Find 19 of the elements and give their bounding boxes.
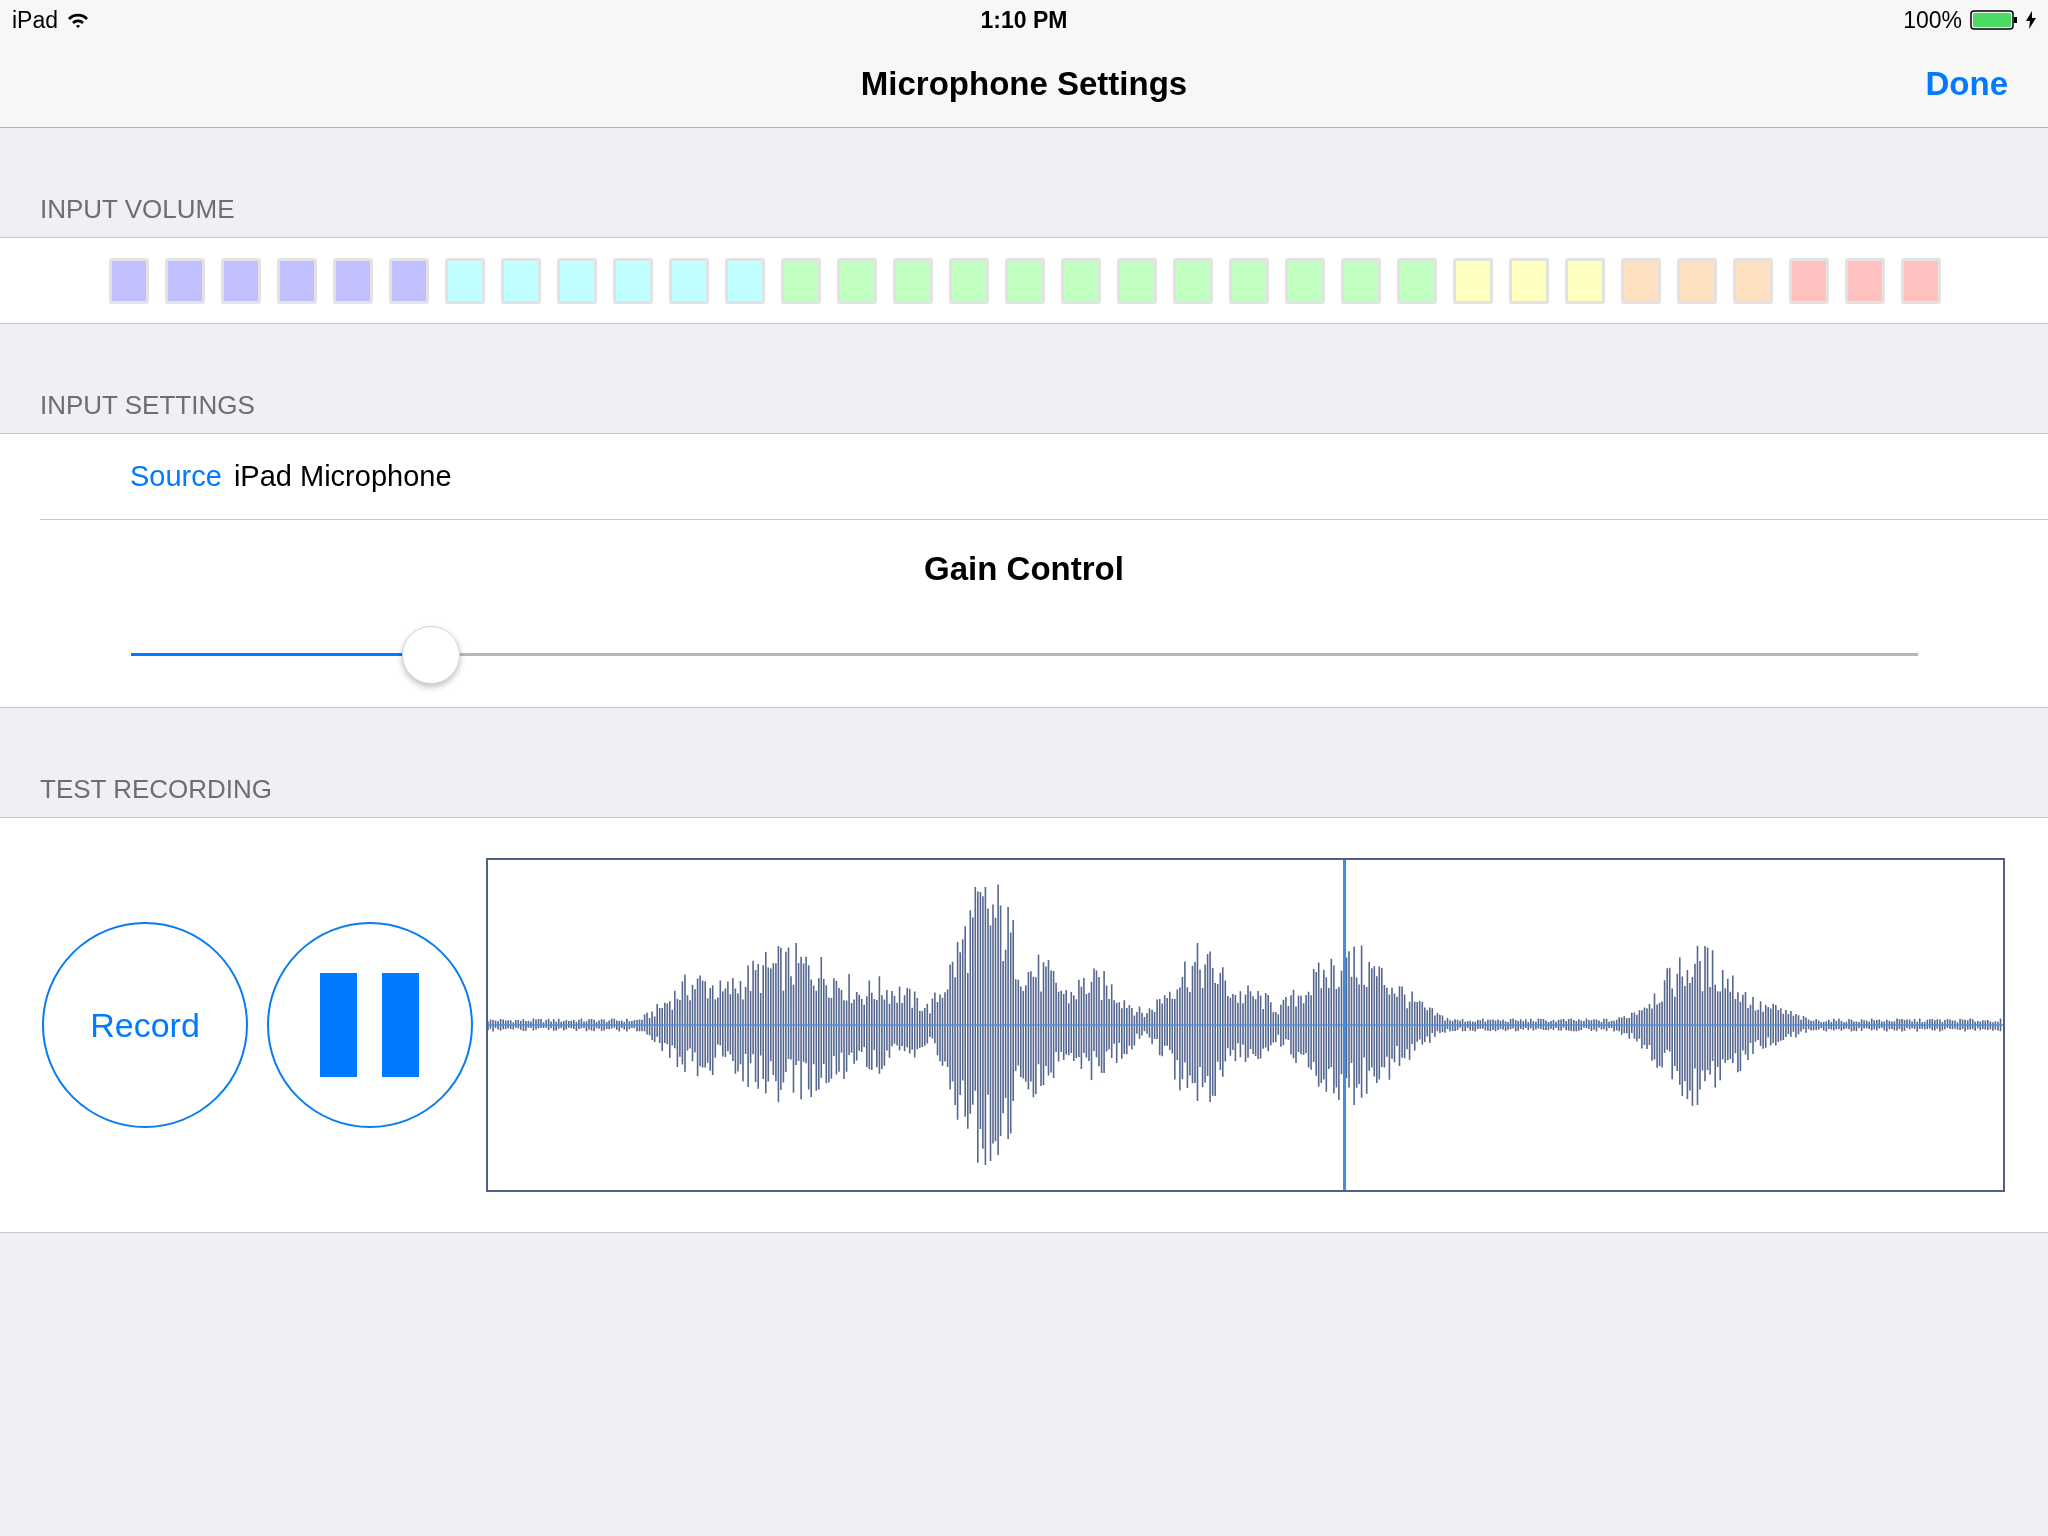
section-header: INPUT VOLUME (39, 193, 236, 226)
playhead[interactable] (1342, 860, 1346, 1190)
charging-bolt-icon (2026, 11, 2036, 29)
slider-thumb[interactable] (401, 625, 460, 684)
source-label: Source (130, 458, 222, 494)
status-time: 1:10 PM (980, 5, 1068, 35)
device-name: iPad (12, 5, 59, 35)
gain-control-title: Gain Control (924, 549, 1124, 589)
record-button[interactable]: Record (42, 922, 248, 1128)
section-header: TEST RECORDING (39, 773, 274, 806)
pause-icon (320, 973, 420, 1077)
battery-icon (1970, 10, 2018, 30)
pause-button[interactable] (267, 922, 473, 1128)
source-value[interactable]: iPad Microphone (233, 454, 452, 499)
section-header: INPUT SETTINGS (39, 389, 256, 422)
done-button[interactable]: Done (1908, 58, 2008, 109)
wifi-icon (66, 11, 91, 29)
screen-title: Microphone Settings (860, 63, 1188, 104)
battery-percent: 100% (1903, 5, 1962, 35)
